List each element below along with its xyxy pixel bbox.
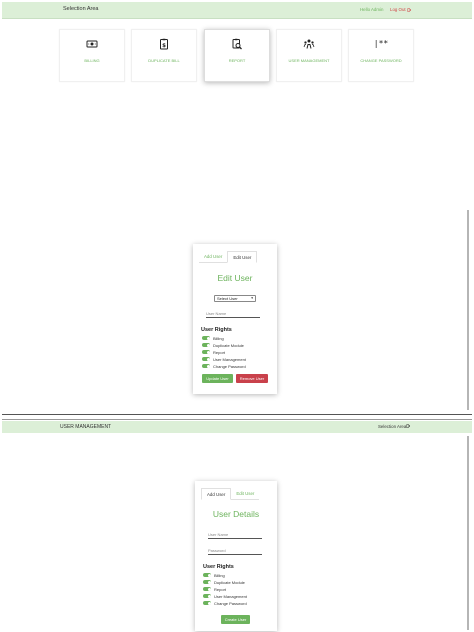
right-label: Billing (213, 335, 224, 341)
tile-report[interactable]: REPORT (204, 29, 270, 82)
right-label: Duplicate Module (213, 342, 244, 348)
right-change-password[interactable]: Change Password (202, 363, 246, 369)
right-label: Report (214, 586, 227, 592)
tab-edit-user[interactable]: Edit User (227, 251, 258, 263)
right-change-password[interactable]: Change Password (203, 600, 247, 606)
search-document-icon (232, 38, 242, 50)
right-label: Billing (214, 572, 225, 578)
right-duplicate-module[interactable]: Duplicate Module (202, 342, 244, 348)
toggle-switch[interactable] (203, 587, 211, 591)
page-title: Selection Area (63, 6, 99, 12)
toggle-switch[interactable] (202, 336, 210, 340)
tile-label: DUPLICATE BILL (148, 58, 180, 63)
right-duplicate-module[interactable]: Duplicate Module (203, 579, 245, 585)
right-billing[interactable]: Billing (202, 335, 224, 341)
tile-label: REPORT (228, 58, 246, 63)
right-label: Report (213, 349, 226, 355)
create-user-button[interactable]: Create User (221, 615, 250, 624)
tile-label: CHANGE PASSWORD (360, 58, 402, 63)
right-report[interactable]: Report (202, 349, 225, 355)
tile-billing[interactable]: BILLING (59, 29, 125, 82)
users-icon (303, 39, 315, 49)
right-label: Duplicate Module (214, 579, 245, 585)
scrollbar-thumb[interactable] (467, 210, 469, 410)
select-user-dropdown[interactable]: Select User ▾ (214, 295, 256, 302)
section-divider (2, 414, 472, 420)
password-input[interactable]: Password (208, 547, 262, 555)
card-title: User Details (212, 509, 260, 519)
chevron-down-icon: ▾ (251, 296, 253, 300)
tab-add-user[interactable]: Add User (199, 251, 227, 262)
user-management-header: USER MANAGEMENT Selection Area (2, 421, 472, 433)
top-header-bar: Selection Area Hello Admin Log Out (2, 2, 472, 19)
toggle-switch[interactable] (202, 343, 210, 347)
select-value: Select User (217, 296, 238, 301)
tile-label: BILLING (84, 58, 100, 63)
greeting-text: Hello Admin (360, 7, 384, 12)
logout-icon (407, 7, 412, 12)
user-name-input[interactable]: User Name (208, 531, 262, 539)
right-label: Change Password (213, 363, 246, 369)
right-label: User Management (213, 356, 246, 362)
section-title: USER MANAGEMENT (60, 424, 112, 430)
money-bill-icon (86, 40, 98, 48)
user-rights-heading: User Rights (203, 564, 234, 570)
svg-text:$: $ (162, 43, 166, 49)
tile-duplicate-bill[interactable]: $ DUPLICATE BILL (131, 29, 197, 82)
user-tabs: Add User Edit User (199, 251, 258, 263)
right-label: Change Password (214, 600, 247, 606)
selection-area-link[interactable]: Selection Area (378, 424, 406, 429)
toggle-switch[interactable] (202, 350, 210, 354)
toggle-switch[interactable] (203, 594, 211, 598)
user-name-placeholder: User Name (206, 311, 227, 316)
toggle-switch[interactable] (203, 601, 211, 605)
user-name-placeholder: User Name (208, 532, 229, 537)
tile-change-password[interactable]: |** CHANGE PASSWORD (348, 29, 414, 82)
scrollbar-thumb-lower[interactable] (467, 436, 469, 630)
toggle-switch[interactable] (202, 364, 210, 368)
user-tabs: Add User Edit User (201, 488, 260, 500)
toggle-switch[interactable] (203, 573, 211, 577)
password-placeholder: Password (208, 548, 226, 553)
right-user-management[interactable]: User Management (203, 593, 247, 599)
update-user-button[interactable]: Update User (202, 374, 233, 383)
logout-link[interactable]: Log Out (390, 7, 412, 12)
tab-edit-user[interactable]: Edit User (231, 488, 259, 499)
receipt-dollar-icon: $ (160, 38, 168, 50)
right-report[interactable]: Report (203, 586, 226, 592)
logout-icon (406, 424, 410, 428)
toggle-switch[interactable] (203, 580, 211, 584)
right-user-management[interactable]: User Management (202, 356, 246, 362)
password-field-icon: |** (373, 39, 389, 48)
tile-user-management[interactable]: USER MANAGEMENT (276, 29, 342, 82)
remove-user-button[interactable]: Remove User (236, 374, 268, 383)
right-label: User Management (214, 593, 247, 599)
user-name-input[interactable]: User Name (206, 310, 260, 318)
tab-add-user[interactable]: Add User (201, 488, 232, 500)
logout-label: Log Out (390, 7, 406, 12)
edit-user-card: Add User Edit User Edit User Select User… (193, 244, 277, 394)
right-billing[interactable]: Billing (203, 572, 225, 578)
card-title: Edit User (217, 273, 253, 283)
tile-label: USER MANAGEMENT (288, 58, 330, 63)
add-user-card: Add User Edit User User Details User Nam… (195, 481, 277, 631)
user-rights-heading: User Rights (201, 327, 232, 333)
toggle-switch[interactable] (202, 357, 210, 361)
